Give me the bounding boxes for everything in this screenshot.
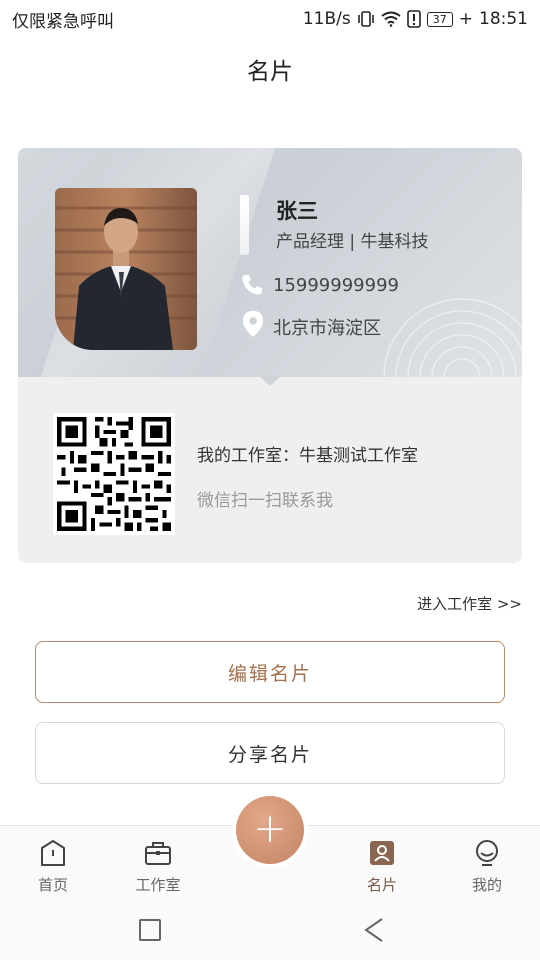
clock: 18:51 xyxy=(479,9,528,29)
card-icon xyxy=(370,841,394,865)
card-name: 张三 xyxy=(276,199,318,223)
profile-photo[interactable] xyxy=(55,188,197,350)
business-card: 张三 产品经理 | 牛基科技 15999999999 北京市海淀区 我的工作室：… xyxy=(18,148,522,563)
tab-me-label: 我的 xyxy=(471,876,502,894)
network-speed: 11B/s xyxy=(302,9,351,29)
tab-card-label: 名片 xyxy=(366,876,397,894)
tab-card[interactable]: 名片 xyxy=(337,838,427,895)
plus-icon: + xyxy=(253,805,287,852)
card-phone[interactable]: 15999999999 xyxy=(273,275,399,296)
tab-studio-label: 工作室 xyxy=(135,876,181,894)
briefcase-icon xyxy=(145,842,171,865)
back-button[interactable] xyxy=(360,915,390,945)
card-pointer xyxy=(259,376,281,386)
card-header: 张三 产品经理 | 牛基科技 15999999999 北京市海淀区 xyxy=(18,148,522,377)
phone-icon xyxy=(242,275,262,295)
name-divider-bar xyxy=(240,195,249,255)
recent-apps-button[interactable] xyxy=(139,919,161,941)
alert-icon xyxy=(406,10,421,28)
location-icon xyxy=(243,311,263,337)
card-address: 北京市海淀区 xyxy=(273,318,381,339)
edit-card-button[interactable]: 编辑名片 xyxy=(35,641,505,703)
charging-icon: + xyxy=(458,9,473,29)
carrier-text: 仅限紧急呼叫 xyxy=(12,11,114,32)
status-icons: 11B/s 37 + 18:51 xyxy=(303,9,528,29)
add-button[interactable]: + xyxy=(236,796,304,864)
tab-home[interactable]: 首页 xyxy=(8,838,98,895)
page-title: 名片 xyxy=(247,59,293,85)
vibrate-icon xyxy=(357,11,374,27)
enter-studio-link[interactable]: 进入工作室 >> xyxy=(417,593,522,614)
status-bar: 仅限紧急呼叫 11B/s 37 + 18:51 xyxy=(0,0,540,38)
studio-label: 我的工作室：牛基测试工作室 xyxy=(197,446,418,466)
scan-hint: 微信扫一扫联系我 xyxy=(197,491,333,511)
tab-me[interactable]: 我的 xyxy=(442,838,532,895)
share-card-button[interactable]: 分享名片 xyxy=(35,722,505,784)
tab-home-label: 首页 xyxy=(37,876,68,894)
qr-code[interactable] xyxy=(53,413,175,535)
card-position: 产品经理 | 牛基科技 xyxy=(276,232,429,252)
wifi-icon xyxy=(381,11,401,27)
user-icon xyxy=(476,840,498,866)
tab-studio[interactable]: 工作室 xyxy=(113,838,203,895)
battery-icon: 37 xyxy=(426,11,453,27)
home-icon xyxy=(41,840,65,866)
